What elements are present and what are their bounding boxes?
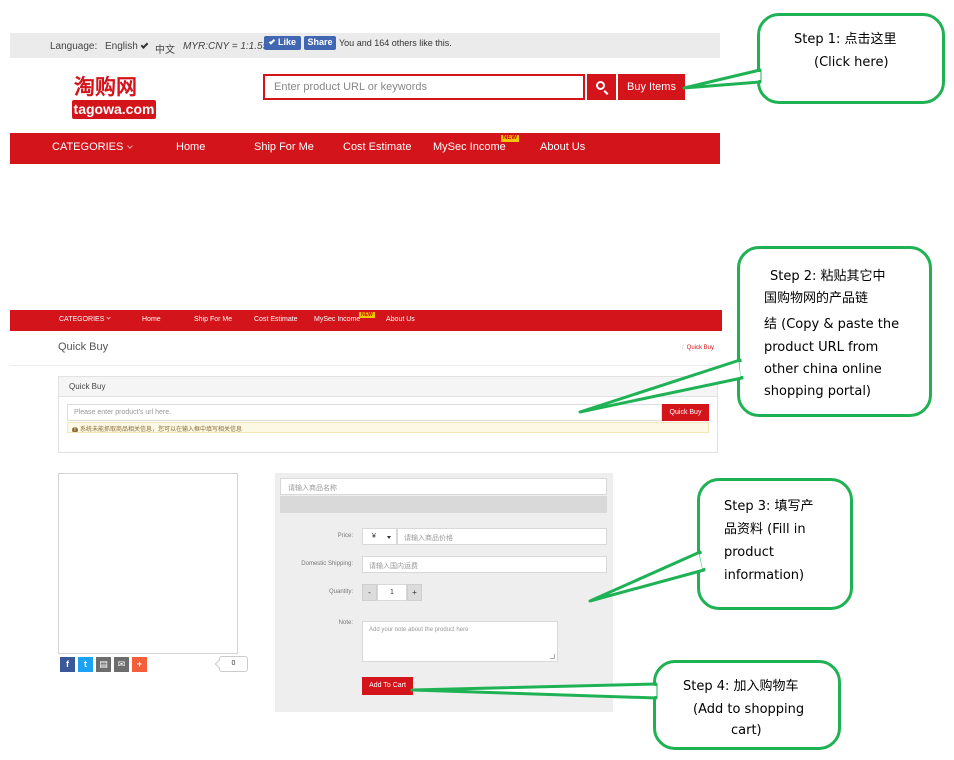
quick-buy-nav: CATEGORIES Home Ship For Me Cost Estimat… <box>10 310 722 331</box>
product-url-input[interactable]: Please enter product's url here. <box>67 404 662 421</box>
callout-step-2: Step 2: 粘贴其它中 国购物网的产品链 结 (Copy & paste t… <box>737 246 932 417</box>
facebook-icon[interactable]: f <box>60 657 75 672</box>
add-to-cart-button[interactable]: Add To Cart <box>362 677 413 695</box>
nav-mysec-income[interactable]: MySec Income NEW <box>314 312 375 323</box>
callout-text: (Click here) <box>814 55 889 70</box>
new-badge: NEW <box>501 135 519 142</box>
chevron-down-icon <box>127 143 134 149</box>
price-input[interactable]: 请输入商品价格 <box>397 528 607 545</box>
language-english[interactable]: English <box>105 41 149 52</box>
callout-text: information) <box>724 568 805 583</box>
nav-cost-estimate[interactable]: Cost Estimate <box>343 141 411 153</box>
product-name-input[interactable]: 请输入商品名称 <box>280 478 607 495</box>
price-label: Price: <box>337 533 353 539</box>
quick-buy-panel: Quick Buy Please enter product's url her… <box>58 376 718 453</box>
form-strip <box>280 496 607 513</box>
chevron-down-icon <box>106 315 112 320</box>
page-title: Quick Buy <box>58 341 109 353</box>
nav-mysec-income[interactable]: MySec Income NEW <box>433 135 519 153</box>
twitter-icon[interactable]: t <box>78 657 93 672</box>
nav-home[interactable]: Home <box>176 141 205 153</box>
nav-ship-for-me[interactable]: Ship For Me <box>254 141 314 153</box>
quantity-input[interactable]: 1 <box>377 584 407 601</box>
facebook-share-button[interactable]: Share <box>304 36 336 50</box>
product-info-form: 请输入商品名称 Price: ¥ 请输入商品价格 Domestic Shippi… <box>275 473 613 712</box>
facebook-like-count: You and 164 others like this. <box>339 38 452 48</box>
note-label: Note: <box>338 620 353 626</box>
exclamation-icon: ! <box>72 427 78 432</box>
quick-buy-screenshot: CATEGORIES Home Ship For Me Cost Estimat… <box>10 310 722 720</box>
divider <box>10 365 722 366</box>
site-logo[interactable]: 淘购网 tagowa.com <box>72 74 158 122</box>
top-bar: Language: English 中文 MYR:CNY = 1:1.55 Li… <box>10 33 720 58</box>
callout-text: Step 2: 粘贴其它中 <box>770 269 886 284</box>
search-button[interactable] <box>587 74 616 100</box>
callout-step-1: Step 1: 点击这里 (Click here) <box>757 13 945 104</box>
callout-text: 品资料 (Fill in <box>724 522 806 537</box>
buy-items-button[interactable]: Buy Items <box>618 74 685 100</box>
chevron-down-icon <box>387 536 391 539</box>
main-nav: CATEGORIES Home Ship For Me Cost Estimat… <box>10 133 720 164</box>
callout-text: product URL from <box>764 340 879 355</box>
quantity-label: Quantity: <box>328 589 353 595</box>
language-label: Language: <box>50 41 98 52</box>
warning-notice: ! 系统未能抓取商品相关信息，您可以在输入框中填写相关信息 <box>67 422 709 433</box>
like-icon <box>268 38 276 45</box>
search-icon <box>596 81 605 90</box>
share-count: 0 <box>219 656 248 672</box>
nav-ship-for-me[interactable]: Ship For Me <box>194 316 232 323</box>
product-image-placeholder <box>58 473 238 654</box>
note-textarea[interactable]: Add your note about the product here <box>362 621 558 662</box>
logo-domain: tagowa.com <box>72 100 156 119</box>
breadcrumb: / Quick Buy <box>681 345 714 351</box>
site-header-screenshot: Language: English 中文 MYR:CNY = 1:1.55 Li… <box>10 33 720 164</box>
nav-categories[interactable]: CATEGORIES <box>52 141 134 153</box>
callout-text: (Add to shopping <box>693 702 805 717</box>
exchange-rate: MYR:CNY = 1:1.55 <box>183 41 269 52</box>
more-share-icon[interactable]: + <box>132 657 147 672</box>
email-icon[interactable]: ✉ <box>114 657 129 672</box>
check-icon <box>140 41 149 49</box>
callout-text: cart) <box>731 723 762 738</box>
quantity-decrement-button[interactable]: - <box>362 584 377 601</box>
new-badge: NEW <box>359 312 375 318</box>
nav-about-us[interactable]: About Us <box>540 141 585 153</box>
domestic-shipping-label: Domestic Shipping: <box>301 561 353 567</box>
logo-chinese: 淘购网 <box>74 75 137 99</box>
callout-text: other china online <box>764 362 882 377</box>
panel-title: Quick Buy <box>59 377 717 397</box>
nav-cost-estimate[interactable]: Cost Estimate <box>254 316 298 323</box>
callout-text: shopping portal) <box>764 384 872 399</box>
quantity-increment-button[interactable]: + <box>407 584 422 601</box>
print-icon[interactable]: ▤ <box>96 657 111 672</box>
callout-step-4: Step 4: 加入购物车 (Add to shopping cart) <box>653 660 841 750</box>
nav-about-us[interactable]: About Us <box>386 316 415 323</box>
product-search-input[interactable]: Enter product URL or keywords <box>263 74 585 100</box>
language-chinese[interactable]: 中文 <box>155 41 175 56</box>
callout-text: Step 1: 点击这里 <box>794 32 897 47</box>
quick-buy-button[interactable]: Quick Buy <box>662 404 709 421</box>
currency-select[interactable]: ¥ <box>362 528 397 545</box>
nav-categories[interactable]: CATEGORIES <box>59 315 112 323</box>
callout-text: Step 4: 加入购物车 <box>683 679 799 694</box>
domestic-shipping-input[interactable]: 请输入国内运费 <box>362 556 607 573</box>
resize-handle-icon[interactable] <box>550 654 555 659</box>
callout-step-3: Step 3: 填写产 品资料 (Fill in product informa… <box>697 478 853 610</box>
callout-text: 结 (Copy & paste the <box>764 317 900 332</box>
callout-text: Step 3: 填写产 <box>724 499 814 514</box>
nav-home[interactable]: Home <box>142 316 161 323</box>
facebook-like-button[interactable]: Like <box>264 36 301 50</box>
callout-text: 国购物网的产品链 <box>764 291 869 306</box>
callout-text: product <box>724 545 775 560</box>
